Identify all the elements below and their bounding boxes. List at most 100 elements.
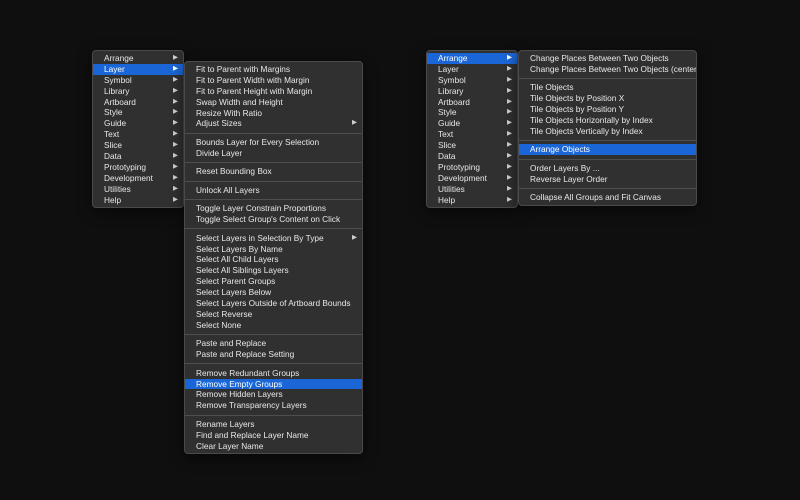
menu-item-label: Fit to Parent Height with Margin: [196, 85, 313, 96]
layer-submenu-item-select-all-child-layers[interactable]: Select All Child Layers: [185, 254, 362, 265]
layer-submenu-item-select-none[interactable]: Select None: [185, 320, 362, 331]
layer-submenu-item-fit-to-parent-with-margins[interactable]: Fit to Parent with Margins: [185, 64, 362, 75]
layer-submenu-item-rename-layers[interactable]: Rename Layers: [185, 419, 362, 430]
menu-item-label: Symbol: [104, 74, 132, 85]
main-menu-right-item-help[interactable]: Help ▶: [427, 195, 517, 206]
layer-submenu-item-select-parent-groups[interactable]: Select Parent Groups: [185, 276, 362, 287]
layer-submenu-item-adjust-sizes[interactable]: Adjust Sizes ▶: [185, 118, 362, 129]
chevron-right-icon: ▶: [352, 233, 357, 241]
main-menu-right-item-development[interactable]: Development ▶: [427, 173, 517, 184]
menu-item-label: Tile Objects by Position Y: [530, 104, 625, 115]
layer-submenu-item-paste-and-replace-setting[interactable]: Paste and Replace Setting: [185, 349, 362, 360]
menu-item-label: Slice: [104, 140, 122, 151]
arrange-submenu-item-order-layers-by[interactable]: Order Layers By ...: [519, 163, 696, 174]
layer-submenu-item-fit-to-parent-height-with-margin[interactable]: Fit to Parent Height with Margin: [185, 86, 362, 97]
menu-item-label: Collapse All Groups and Fit Canvas: [530, 192, 661, 203]
arrange-submenu: Change Places Between Two Objects Change …: [518, 50, 697, 207]
layer-submenu-item-select-layers-by-name[interactable]: Select Layers By Name: [185, 244, 362, 255]
layer-submenu-item-clear-layer-name[interactable]: Clear Layer Name: [185, 441, 362, 452]
main-menu-left-item-development[interactable]: Development ▶: [93, 173, 183, 184]
chevron-right-icon: ▶: [507, 141, 512, 149]
arrange-submenu-item-reverse-layer-order[interactable]: Reverse Layer Order: [519, 174, 696, 185]
arrange-submenu-item-change-places-between-two-objects[interactable]: Change Places Between Two Objects: [519, 53, 696, 64]
menu-item-label: Development: [104, 172, 153, 183]
layer-submenu-item-toggle-layer-constrain-proportions[interactable]: Toggle Layer Constrain Proportions: [185, 203, 362, 214]
arrange-submenu-item-tile-objects-by-position-x[interactable]: Tile Objects by Position X: [519, 93, 696, 104]
arrange-submenu-item-arrange-objects[interactable]: Arrange Objects: [519, 144, 696, 156]
layer-submenu-item-remove-transparency-layers[interactable]: Remove Transparency Layers: [185, 400, 362, 411]
layer-submenu-item-reset-bounding-box[interactable]: Reset Bounding Box: [185, 166, 362, 177]
layer-submenu-item-swap-width-and-height[interactable]: Swap Width and Height: [185, 97, 362, 108]
chevron-right-icon: ▶: [507, 173, 512, 181]
layer-submenu-item-resize-with-ratio[interactable]: Resize With Ratio: [185, 108, 362, 119]
main-menu-right-item-arrange[interactable]: Arrange ▶: [427, 53, 517, 64]
layer-submenu-item-divide-layer[interactable]: Divide Layer: [185, 148, 362, 159]
layer-submenu-item-unlock-all-layers[interactable]: Unlock All Layers: [185, 185, 362, 196]
arrange-submenu-item-tile-objects-vertically-by-index[interactable]: Tile Objects Vertically by Index: [519, 126, 696, 137]
main-menu-right-item-utilities[interactable]: Utilities ▶: [427, 184, 517, 195]
main-menu-left-item-symbol[interactable]: Symbol ▶: [93, 75, 183, 86]
main-menu-left-item-data[interactable]: Data ▶: [93, 151, 183, 162]
arrange-submenu-item-tile-objects-by-position-y[interactable]: Tile Objects by Position Y: [519, 104, 696, 115]
menu-item-label: Rename Layers: [196, 418, 255, 429]
chevron-right-icon: ▶: [173, 97, 178, 105]
main-menu-right-item-artboard[interactable]: Artboard ▶: [427, 97, 517, 108]
arrange-submenu-item-tile-objects[interactable]: Tile Objects: [519, 82, 696, 93]
menu-item-label: Tile Objects Horizontally by Index: [530, 115, 653, 126]
layer-submenu-item-select-all-siblings-layers[interactable]: Select All Siblings Layers: [185, 265, 362, 276]
main-menu-left-item-slice[interactable]: Slice ▶: [93, 140, 183, 151]
main-menu-left-item-utilities[interactable]: Utilities ▶: [93, 184, 183, 195]
menu-separator: [185, 132, 362, 134]
main-menu-left-item-text[interactable]: Text ▶: [93, 129, 183, 140]
main-menu-left-item-layer[interactable]: Layer ▶: [93, 63, 183, 75]
layer-submenu-item-fit-to-parent-width-with-margin[interactable]: Fit to Parent Width with Margin: [185, 75, 362, 86]
main-menu-left-item-help[interactable]: Help ▶: [93, 195, 183, 206]
arrange-submenu-item-change-places-between-two-objects-center[interactable]: Change Places Between Two Objects (cente…: [519, 64, 696, 75]
chevron-right-icon: ▶: [173, 152, 178, 160]
menu-item-label: Style: [104, 107, 123, 118]
layer-submenu-item-bounds-layer-for-every-selection[interactable]: Bounds Layer for Every Selection: [185, 137, 362, 148]
main-menu-right-item-slice[interactable]: Slice ▶: [427, 140, 517, 151]
chevron-right-icon: ▶: [173, 86, 178, 94]
main-menu-right-item-data[interactable]: Data ▶: [427, 151, 517, 162]
menu-item-label: Fit to Parent with Margins: [196, 64, 291, 74]
menu-item-label: Prototyping: [438, 161, 480, 172]
main-menu-left-item-style[interactable]: Style ▶: [93, 107, 183, 118]
main-menu-right-item-prototyping[interactable]: Prototyping ▶: [427, 162, 517, 173]
menu-separator: [519, 158, 696, 160]
menu-item-label: Layer: [438, 63, 459, 74]
layer-submenu-item-select-layers-below[interactable]: Select Layers Below: [185, 287, 362, 298]
menu-item-label: Select All Child Layers: [196, 254, 279, 265]
layer-submenu-item-toggle-select-group-s-content-on-click[interactable]: Toggle Select Group's Content on Click: [185, 214, 362, 225]
chevron-right-icon: ▶: [507, 86, 512, 94]
layer-submenu-item-find-and-replace-layer-name[interactable]: Find and Replace Layer Name: [185, 430, 362, 441]
menu-item-label: Order Layers By ...: [530, 162, 600, 173]
menu-separator: [185, 333, 362, 335]
layer-submenu-item-select-reverse[interactable]: Select Reverse: [185, 309, 362, 320]
main-menu-right-item-layer[interactable]: Layer ▶: [427, 64, 517, 75]
main-menu-left-item-artboard[interactable]: Artboard ▶: [93, 97, 183, 108]
main-menu-left-item-arrange[interactable]: Arrange ▶: [93, 53, 183, 64]
arrange-submenu-item-collapse-all-groups-and-fit-canvas[interactable]: Collapse All Groups and Fit Canvas: [519, 192, 696, 203]
layer-submenu-item-paste-and-replace[interactable]: Paste and Replace: [185, 338, 362, 349]
main-menu-right-item-text[interactable]: Text ▶: [427, 129, 517, 140]
menu-separator: [519, 140, 696, 142]
main-menu-right-item-symbol[interactable]: Symbol ▶: [427, 75, 517, 86]
layer-submenu-item-remove-hidden-layers[interactable]: Remove Hidden Layers: [185, 389, 362, 400]
layer-submenu: Fit to Parent with Margins Fit to Parent …: [184, 61, 363, 455]
chevron-right-icon: ▶: [507, 162, 512, 170]
main-menu-right-item-guide[interactable]: Guide ▶: [427, 118, 517, 129]
main-menu-right-item-style[interactable]: Style ▶: [427, 107, 517, 118]
main-menu-left-item-prototyping[interactable]: Prototyping ▶: [93, 162, 183, 173]
layer-submenu-item-select-layers-outside-of-artboard-bounds[interactable]: Select Layers Outside of Artboard Bounds: [185, 298, 362, 309]
layer-submenu-item-remove-redundant-groups[interactable]: Remove Redundant Groups: [185, 368, 362, 379]
layer-submenu-item-remove-empty-groups[interactable]: Remove Empty Groups: [185, 378, 362, 390]
main-menu-right-item-library[interactable]: Library ▶: [427, 86, 517, 97]
menu-separator: [185, 414, 362, 416]
arrange-submenu-item-tile-objects-horizontally-by-index[interactable]: Tile Objects Horizontally by Index: [519, 115, 696, 126]
main-menu-left-item-library[interactable]: Library ▶: [93, 86, 183, 97]
main-menu-left-item-guide[interactable]: Guide ▶: [93, 118, 183, 129]
layer-submenu-item-select-layers-in-selection-by-type[interactable]: Select Layers in Selection By Type ▶: [185, 233, 362, 244]
menu-item-label: Toggle Select Group's Content on Click: [196, 214, 341, 225]
chevron-right-icon: ▶: [352, 119, 357, 127]
